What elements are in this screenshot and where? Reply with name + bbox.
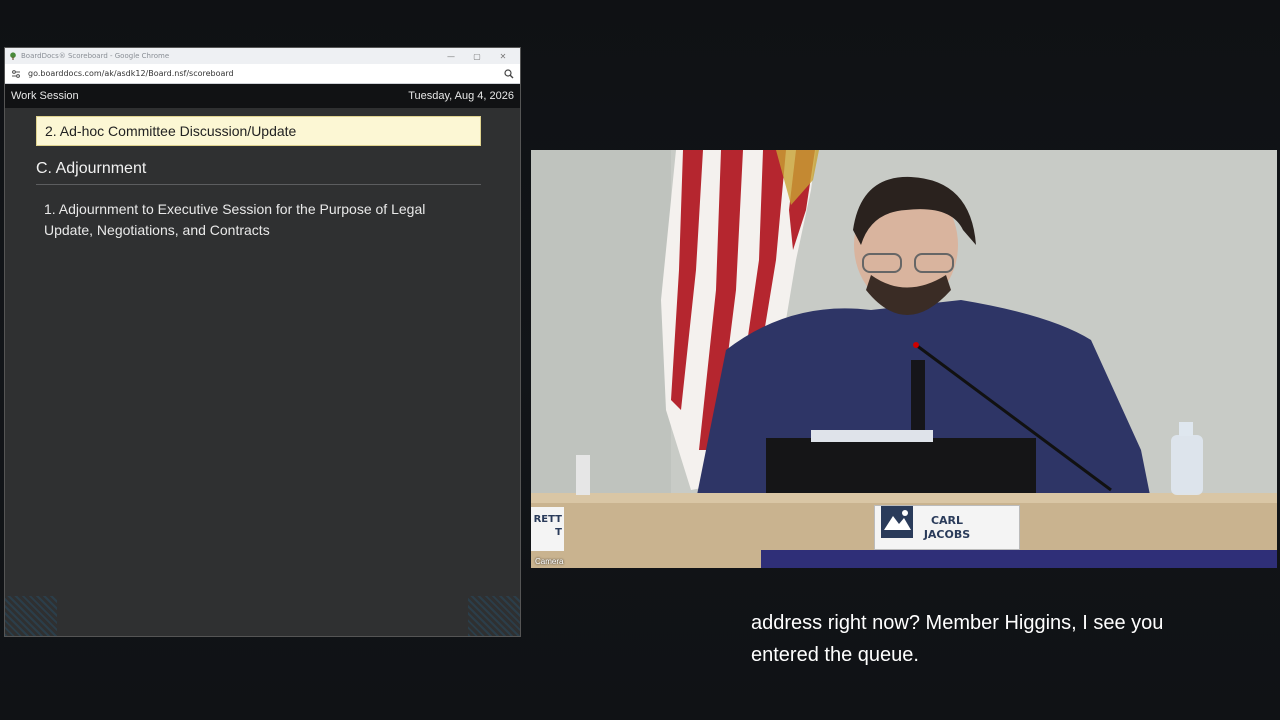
decorative-pattern	[468, 596, 520, 636]
section-divider	[36, 184, 481, 185]
nameplate-partial-line2: T	[555, 527, 562, 538]
maximize-icon[interactable]: ▢	[464, 52, 490, 61]
decorative-pattern	[5, 596, 57, 636]
camera-label: Camera	[535, 557, 564, 566]
nameplate-partial: RETT T	[531, 507, 564, 551]
current-agenda-item[interactable]: 2. Ad-hoc Committee Discussion/Update	[36, 116, 481, 146]
meeting-type: Work Session	[11, 90, 79, 102]
site-settings-icon[interactable]	[11, 69, 21, 79]
section-title: C. Adjournment	[36, 160, 147, 177]
caption-line-2: entered the queue.	[751, 644, 919, 666]
current-agenda-item-label: 2. Ad-hoc Committee Discussion/Update	[45, 123, 297, 139]
window-title: BoardDocs® Scoreboard - Google Chrome	[21, 52, 170, 60]
browser-titlebar: BoardDocs® Scoreboard - Google Chrome — …	[5, 48, 520, 64]
boarddocs-tree-icon	[10, 52, 16, 60]
meeting-date: Tuesday, Aug 4, 2026	[408, 90, 514, 102]
close-icon[interactable]: ✕	[490, 52, 516, 61]
scoreboard-content: 2. Ad-hoc Committee Discussion/Update C.…	[5, 108, 520, 636]
browser-window: BoardDocs® Scoreboard - Google Chrome — …	[4, 47, 521, 637]
zoom-icon[interactable]	[504, 68, 514, 79]
minimize-icon[interactable]: —	[438, 52, 464, 61]
caption-line-1: address right now? Member Higgins, I see…	[751, 612, 1164, 634]
laptop	[766, 438, 1036, 498]
url-text[interactable]: go.boarddocs.com/ak/asdk12/Board.nsf/sco…	[28, 69, 504, 78]
closed-caption: address right now? Member Higgins, I see…	[751, 607, 1271, 671]
scoreboard-header: Work Session Tuesday, Aug 4, 2026	[5, 84, 520, 108]
school-district-logo-icon	[881, 506, 913, 538]
agenda-item[interactable]: 1. Adjournment to Executive Session for …	[44, 199, 474, 241]
nameplate: CARL JACOBS	[874, 505, 1020, 550]
address-bar[interactable]: go.boarddocs.com/ak/asdk12/Board.nsf/sco…	[5, 64, 520, 84]
nameplate-partial-line1: RETT	[533, 514, 562, 525]
video-feed: RETT T CARL JACOBS Camera	[531, 150, 1277, 568]
